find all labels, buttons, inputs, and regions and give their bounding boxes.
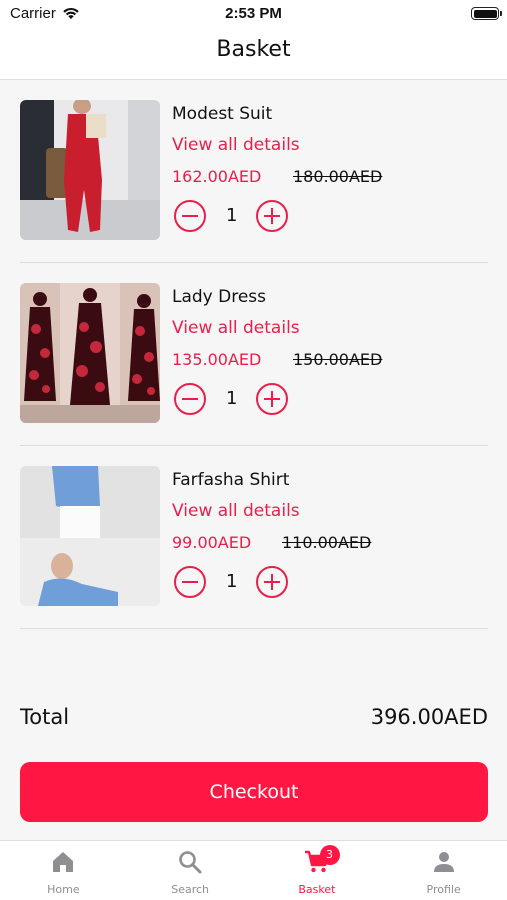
tab-profile[interactable]: Profile bbox=[380, 841, 507, 900]
current-price: 162.00AED bbox=[172, 167, 262, 186]
total-label: Total bbox=[20, 705, 70, 729]
original-price: 180.00AED bbox=[293, 167, 383, 186]
view-details-link[interactable]: View all details bbox=[172, 496, 488, 530]
quantity-value: 1 bbox=[226, 205, 238, 226]
basket-item: Lady Dress View all details 135.00AED 15… bbox=[20, 263, 488, 446]
product-image[interactable] bbox=[20, 466, 160, 606]
product-image[interactable] bbox=[20, 283, 160, 423]
total-value: 396.00AED bbox=[370, 705, 488, 729]
minus-icon bbox=[182, 397, 198, 400]
clock-time: 2:53 PM bbox=[225, 5, 282, 22]
search-icon bbox=[179, 851, 202, 874]
quantity-value: 1 bbox=[226, 571, 238, 592]
increase-quantity-button[interactable] bbox=[256, 566, 288, 598]
item-info: Farfasha Shirt View all details 99.00AED… bbox=[172, 466, 488, 606]
home-icon bbox=[53, 852, 74, 872]
cart-count-badge: 3 bbox=[319, 845, 340, 865]
quantity-stepper: 1 bbox=[172, 200, 488, 240]
minus-icon bbox=[182, 214, 198, 217]
tab-label: Home bbox=[47, 883, 80, 896]
checkout-button[interactable]: Checkout bbox=[20, 762, 488, 822]
tab-home[interactable]: Home bbox=[0, 841, 127, 900]
basket-list: Modest Suit View all details 162.00AED 1… bbox=[20, 80, 488, 629]
price-row: 162.00AED 180.00AED bbox=[172, 164, 488, 194]
tab-search[interactable]: Search bbox=[127, 841, 254, 900]
tab-label: Basket bbox=[298, 883, 336, 896]
price-row: 99.00AED 110.00AED bbox=[172, 530, 488, 560]
increase-quantity-button[interactable] bbox=[256, 200, 288, 232]
navigation-bar: Basket bbox=[0, 28, 507, 80]
total-row: Total 396.00AED bbox=[20, 703, 488, 739]
status-bar: Carrier 2:53 PM bbox=[0, 0, 507, 28]
current-price: 135.00AED bbox=[172, 350, 262, 369]
original-price: 150.00AED bbox=[293, 350, 383, 369]
current-price: 99.00AED bbox=[172, 533, 252, 552]
original-price: 110.00AED bbox=[282, 533, 372, 552]
minus-icon bbox=[182, 580, 198, 583]
view-details-link[interactable]: View all details bbox=[172, 313, 488, 347]
decrease-quantity-button[interactable] bbox=[174, 566, 206, 598]
decrease-quantity-button[interactable] bbox=[174, 383, 206, 415]
item-name: Modest Suit bbox=[172, 104, 273, 124]
tab-label: Profile bbox=[426, 883, 461, 896]
basket-item: Modest Suit View all details 162.00AED 1… bbox=[20, 80, 488, 263]
tab-label: Search bbox=[171, 883, 210, 896]
battery-icon bbox=[471, 7, 502, 20]
quantity-stepper: 1 bbox=[172, 566, 488, 606]
item-name: Lady Dress bbox=[172, 287, 267, 307]
person-icon bbox=[433, 852, 454, 872]
item-info: Lady Dress View all details 135.00AED 15… bbox=[172, 283, 488, 423]
tab-bar: Home Search 3 Basket Profile bbox=[0, 840, 507, 900]
view-details-link[interactable]: View all details bbox=[172, 130, 488, 164]
item-info: Modest Suit View all details 162.00AED 1… bbox=[172, 100, 488, 240]
basket-item: Farfasha Shirt View all details 99.00AED… bbox=[20, 446, 488, 629]
decrease-quantity-button[interactable] bbox=[174, 200, 206, 232]
quantity-value: 1 bbox=[226, 388, 238, 409]
page-title: Basket bbox=[216, 37, 291, 62]
quantity-stepper: 1 bbox=[172, 383, 488, 423]
price-row: 135.00AED 150.00AED bbox=[172, 347, 488, 377]
tab-basket[interactable]: 3 Basket bbox=[254, 841, 381, 900]
item-name: Farfasha Shirt bbox=[172, 470, 290, 490]
product-image[interactable] bbox=[20, 100, 160, 240]
increase-quantity-button[interactable] bbox=[256, 383, 288, 415]
